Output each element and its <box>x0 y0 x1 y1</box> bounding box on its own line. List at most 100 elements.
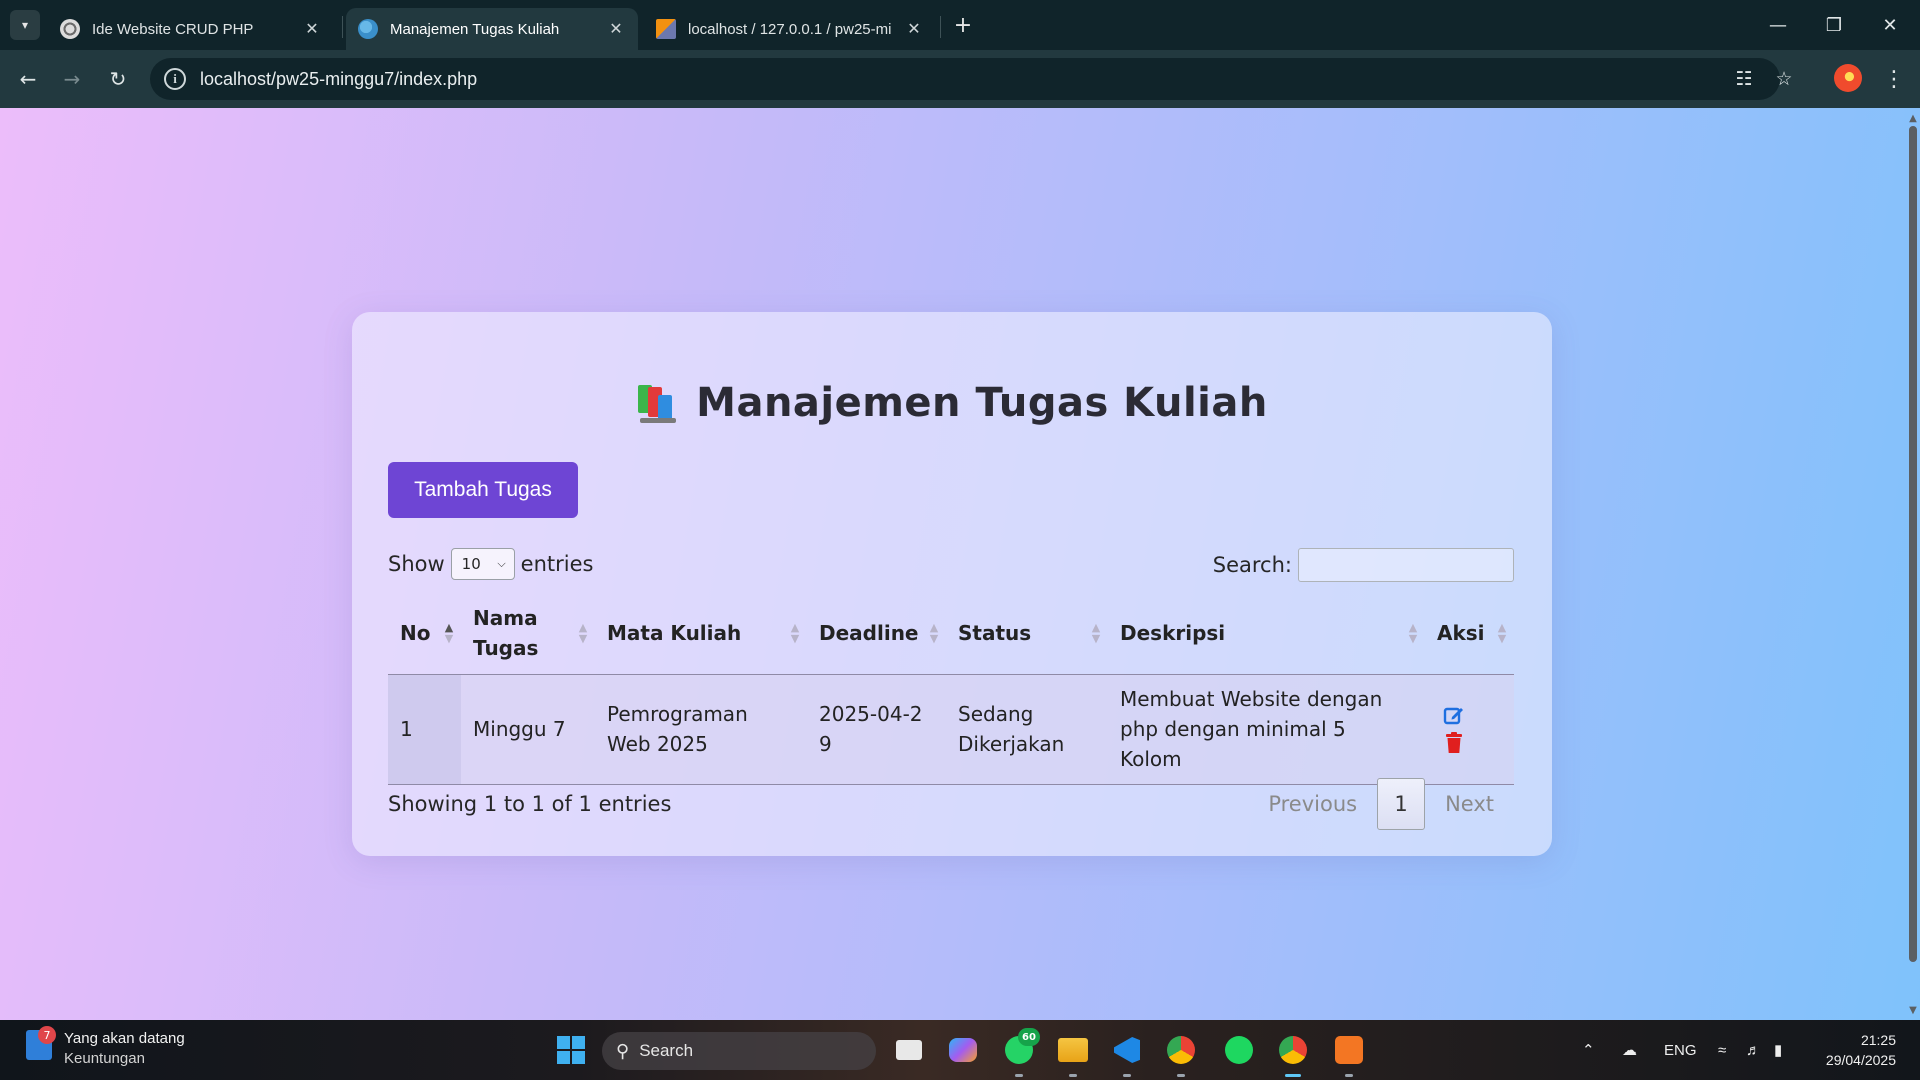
battery-icon[interactable]: ▮ <box>1774 1020 1782 1080</box>
entries-length-control: Show 10 ⌵ entries <box>388 548 593 580</box>
restore-button[interactable]: ❐ <box>1806 0 1862 50</box>
taskbar-search-label: Search <box>639 1041 694 1060</box>
entries-label: entries <box>520 552 594 576</box>
profile-avatar[interactable] <box>1834 64 1862 92</box>
chrome-icon <box>60 19 80 39</box>
tab-title: Manajemen Tugas Kuliah <box>390 20 560 38</box>
reload-icon[interactable]: ↻ <box>102 63 134 95</box>
scroll-down-icon[interactable]: ▼ <box>1907 1004 1919 1016</box>
tab-phpmyadmin[interactable]: localhost / 127.0.0.1 / pw25-mi ✕ <box>644 8 936 50</box>
next-page-button[interactable]: Next <box>1425 792 1514 816</box>
table-header-row: No ▲ ▼ Nama Tugas ▲ ▼ Mata Kuliah ▲ ▼ Deadl… <box>388 592 1514 675</box>
browser-tab-strip: ▾ Ide Website CRUD PHP ✕ Manajemen Tugas… <box>0 0 1920 50</box>
scrollbar-thumb[interactable] <box>1909 126 1917 962</box>
cell-status: Sedang Dikerjakan <box>946 674 1108 785</box>
widget-title[interactable]: Yang akan datang <box>64 1030 185 1047</box>
cell-deadline: 2025-04-29 <box>807 674 946 785</box>
back-icon[interactable]: ← <box>12 63 44 95</box>
taskbar-indicator <box>1015 1074 1023 1077</box>
copilot-icon[interactable] <box>946 1033 980 1067</box>
minimize-button[interactable]: — <box>1750 0 1806 50</box>
clock-time: 21:25 <box>1860 1032 1896 1048</box>
taskbar-indicator-active <box>1285 1074 1301 1077</box>
column-header-aksi[interactable]: Aksi ▲ ▼ <box>1425 592 1514 675</box>
search-label: Search: <box>1212 553 1292 577</box>
tab-ide-website[interactable]: Ide Website CRUD PHP ✕ <box>48 8 334 50</box>
cell-no: 1 <box>388 674 461 785</box>
add-task-button[interactable]: Tambah Tugas <box>388 462 578 518</box>
column-header-mata-kuliah[interactable]: Mata Kuliah ▲ ▼ <box>595 592 807 675</box>
translate-icon[interactable]: ☷ <box>1728 63 1760 95</box>
taskbar-indicator <box>1345 1074 1353 1077</box>
previous-page-button[interactable]: Previous <box>1248 792 1377 816</box>
globe-icon <box>358 19 378 39</box>
tab-title: localhost / 127.0.0.1 / pw25-mi <box>688 20 892 38</box>
edit-icon[interactable] <box>1443 704 1465 726</box>
new-tab-button[interactable]: + <box>948 10 978 40</box>
taskbar-indicator <box>1069 1074 1077 1077</box>
tray-overflow-icon[interactable]: ⌃ <box>1582 1020 1595 1080</box>
xampp-icon[interactable] <box>1332 1033 1366 1067</box>
vscode-icon[interactable] <box>1110 1033 1144 1067</box>
close-icon[interactable]: ✕ <box>904 19 924 39</box>
scroll-up-icon[interactable]: ▲ <box>1907 112 1919 124</box>
star-icon[interactable]: ☆ <box>1768 63 1800 95</box>
tasks-table: No ▲ ▼ Nama Tugas ▲ ▼ Mata Kuliah ▲ ▼ Deadl… <box>388 592 1514 785</box>
close-icon[interactable]: ✕ <box>606 19 626 39</box>
menu-icon[interactable]: ⋮ <box>1880 63 1908 95</box>
url-text[interactable]: localhost/pw25-minggu7/index.php <box>200 69 477 90</box>
onedrive-icon[interactable]: ☁ <box>1622 1020 1637 1080</box>
tab-separator <box>342 16 343 38</box>
page-1-button[interactable]: 1 <box>1377 778 1426 830</box>
browser-toolbar: ← → ↻ i localhost/pw25-minggu7/index.php… <box>0 50 1920 108</box>
language-indicator[interactable]: ENG <box>1664 1020 1697 1080</box>
file-explorer-icon[interactable] <box>1056 1033 1090 1067</box>
entries-select[interactable]: 10 ⌵ <box>450 548 515 580</box>
taskbar: 7 Yang akan datang Keuntungan ⚲ Search 6… <box>0 1020 1920 1080</box>
page-title: Manajemen Tugas Kuliah <box>696 380 1268 426</box>
phpmyadmin-icon <box>656 19 676 39</box>
column-header-deadline[interactable]: Deadline ▲ ▼ <box>807 592 946 675</box>
widget-subtitle[interactable]: Keuntungan <box>64 1050 145 1067</box>
entries-select-value: 10 <box>461 555 481 573</box>
taskbar-search[interactable]: ⚲ Search <box>602 1032 876 1070</box>
whatsapp-badge: 60 <box>1018 1028 1040 1046</box>
search-input[interactable] <box>1298 548 1514 582</box>
chrome-icon[interactable] <box>1164 1033 1198 1067</box>
show-label: Show <box>388 552 445 576</box>
column-header-nama-tugas[interactable]: Nama Tugas ▲ ▼ <box>461 592 595 675</box>
system-clock[interactable]: 21:25 29/04/2025 <box>1826 1030 1896 1070</box>
close-icon[interactable]: ✕ <box>302 19 322 39</box>
cell-nama-tugas: Minggu 7 <box>461 674 595 785</box>
cell-deskripsi: Membuat Website dengan php dengan minima… <box>1108 674 1425 785</box>
volume-icon[interactable]: ♬ <box>1746 1020 1761 1080</box>
sort-icon: ▲ ▼ <box>1408 620 1418 645</box>
spotify-icon[interactable] <box>1222 1033 1256 1067</box>
taskbar-indicator <box>1123 1074 1131 1077</box>
chrome-profile-icon[interactable] <box>1276 1033 1310 1067</box>
widget-badge: 7 <box>38 1026 56 1044</box>
column-header-status[interactable]: Status ▲ ▼ <box>946 592 1108 675</box>
cell-aksi <box>1425 674 1514 785</box>
task-view-icon[interactable] <box>892 1033 926 1067</box>
page-scrollbar[interactable]: ▲ ▼ <box>1905 108 1920 1020</box>
sort-icon: ▲ ▼ <box>1497 620 1507 645</box>
pagination: Previous 1 Next <box>1248 778 1514 830</box>
books-icon <box>636 383 678 423</box>
tab-manajemen-tugas[interactable]: Manajemen Tugas Kuliah ✕ <box>346 8 638 50</box>
info-icon[interactable]: i <box>164 68 186 90</box>
wifi-icon[interactable]: ≈ <box>1718 1020 1726 1080</box>
main-card: Manajemen Tugas Kuliah Tambah Tugas Show… <box>352 312 1552 856</box>
sort-icon: ▲ ▼ <box>790 620 800 645</box>
chevron-down-icon: ⌵ <box>497 557 506 570</box>
forward-icon[interactable]: → <box>56 63 88 95</box>
windows-start-icon[interactable] <box>554 1033 588 1067</box>
search-icon: ⚲ <box>616 1040 630 1061</box>
clock-date: 29/04/2025 <box>1825 1052 1896 1068</box>
tab-search-icon[interactable]: ▾ <box>10 10 40 40</box>
column-header-no[interactable]: No ▲ ▼ <box>388 592 461 675</box>
column-header-deskripsi[interactable]: Deskripsi ▲ ▼ <box>1108 592 1425 675</box>
trash-icon[interactable] <box>1443 732 1465 754</box>
address-bar[interactable]: i localhost/pw25-minggu7/index.php <box>150 58 1780 100</box>
close-window-button[interactable]: ✕ <box>1862 0 1918 50</box>
